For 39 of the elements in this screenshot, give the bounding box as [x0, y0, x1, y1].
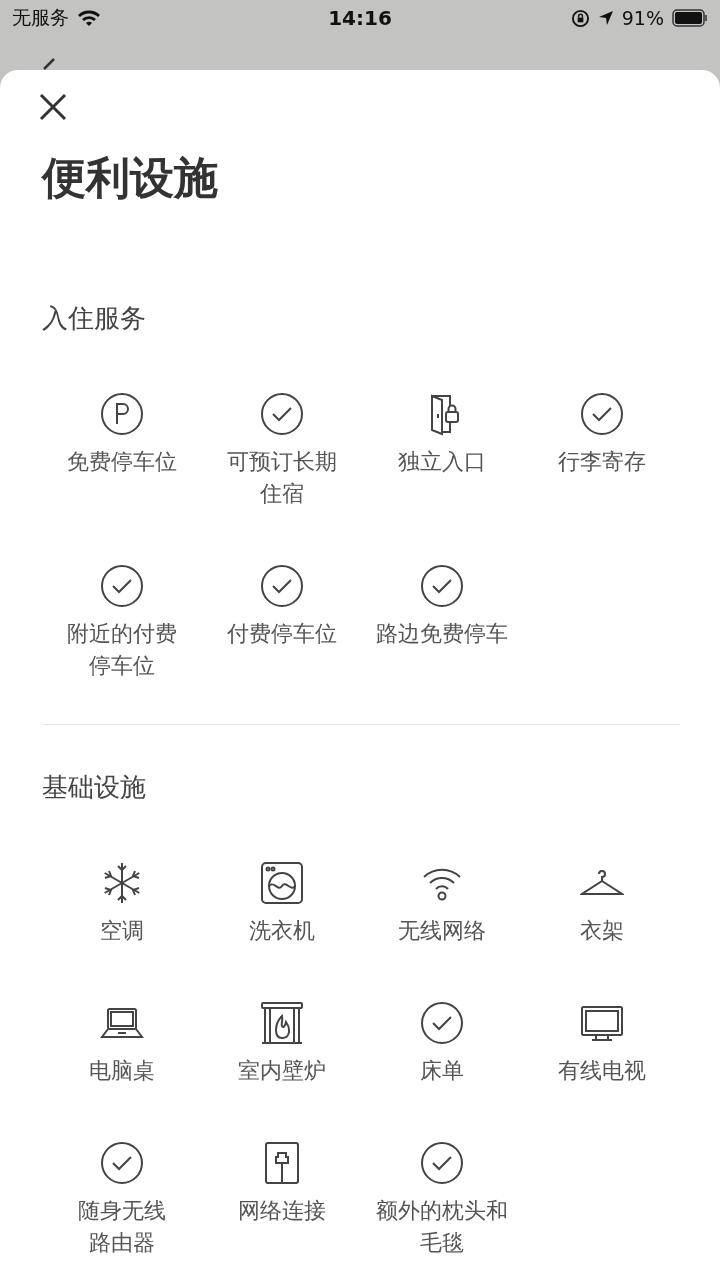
amenity-label: 衣架	[580, 917, 624, 945]
amenity-label: 随身无线 路由器	[78, 1197, 166, 1257]
amenity-label: 空调	[100, 917, 144, 945]
check-circle-icon	[420, 564, 464, 608]
check-circle-icon	[260, 564, 304, 608]
parking-icon	[100, 392, 144, 436]
amenity-label: 路边免费停车	[376, 620, 508, 648]
battery-icon	[672, 9, 708, 27]
amenity-label: 有线电视	[558, 1057, 646, 1085]
washing-machine-icon	[260, 861, 304, 905]
check-circle-icon	[260, 392, 304, 436]
section-heading: 基础设施	[42, 771, 147, 804]
check-circle-icon	[580, 392, 624, 436]
section-heading: 入住服务	[42, 302, 147, 335]
fireplace-icon	[260, 1001, 304, 1045]
check-circle-icon	[100, 564, 144, 608]
amenity-label: 可预订长期 住宿	[227, 448, 337, 508]
amenity-label: 行李寄存	[558, 448, 646, 476]
clock-time: 14:16	[328, 6, 392, 30]
check-circle-icon	[420, 1001, 464, 1045]
amenity-label: 室内壁炉	[238, 1057, 326, 1085]
amenity-label: 付费停车位	[227, 620, 337, 648]
battery-percent: 91%	[621, 7, 664, 29]
amenity-label: 免费停车位	[67, 448, 177, 476]
wifi-signal-icon	[77, 9, 101, 27]
sheet-title: 便利设施	[42, 151, 219, 205]
amenity-label: 额外的枕头和 毛毯	[376, 1197, 508, 1257]
amenity-label: 床单	[420, 1057, 464, 1085]
check-circle-icon	[100, 1141, 144, 1185]
amenity-label: 无线网络	[398, 917, 486, 945]
carrier-text: 无服务	[12, 5, 69, 30]
amenity-label: 附近的付费 停车位	[67, 620, 177, 680]
check-circle-icon	[420, 1141, 464, 1185]
amenity-label: 独立入口	[398, 448, 486, 476]
amenity-label: 电脑桌	[89, 1057, 155, 1085]
amenity-label: 网络连接	[238, 1197, 326, 1225]
rotation-lock-icon	[570, 8, 590, 28]
location-arrow-icon	[597, 10, 614, 26]
amenity-label: 洗衣机	[249, 917, 315, 945]
